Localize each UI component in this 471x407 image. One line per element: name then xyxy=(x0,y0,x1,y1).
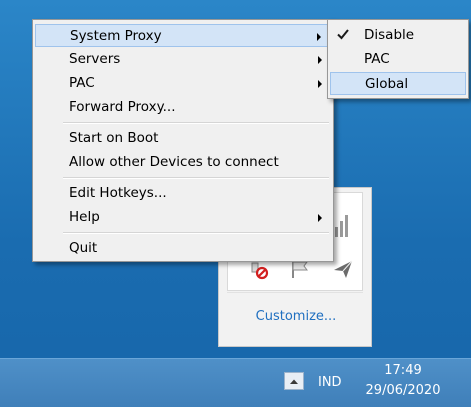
flyout-divider xyxy=(227,292,363,293)
submenu-item-label: Disable xyxy=(364,27,415,43)
menu-item-edit-hotkeys[interactable]: Edit Hotkeys... xyxy=(35,182,331,205)
checkmark-icon xyxy=(336,27,350,45)
system-proxy-submenu: Disable PAC Global xyxy=(327,19,469,99)
menu-item-label: Edit Hotkeys... xyxy=(69,185,167,201)
submenu-item-disable[interactable]: Disable xyxy=(330,24,466,47)
submenu-item-label: Global xyxy=(365,76,409,92)
menu-item-label: Start on Boot xyxy=(69,130,159,146)
submenu-item-label: PAC xyxy=(364,51,390,67)
submenu-item-pac[interactable]: PAC xyxy=(330,48,466,71)
signal-bars-icon[interactable] xyxy=(334,215,350,241)
menu-item-servers[interactable]: Servers xyxy=(35,48,331,71)
clock-date[interactable]: 29/06/2020 xyxy=(360,383,446,398)
blocked-icon[interactable] xyxy=(250,261,270,285)
paper-plane-icon[interactable] xyxy=(332,259,354,283)
menu-separator xyxy=(63,232,329,234)
menu-item-label: Help xyxy=(69,209,100,225)
submenu-arrow-icon xyxy=(318,214,322,222)
submenu-arrow-icon xyxy=(318,56,322,64)
menu-separator xyxy=(63,177,329,179)
menu-item-forward-proxy[interactable]: Forward Proxy... xyxy=(35,96,331,119)
menu-item-label: Allow other Devices to connect xyxy=(69,154,279,170)
menu-item-allow-other-devices[interactable]: Allow other Devices to connect xyxy=(35,151,331,174)
menu-item-pac[interactable]: PAC xyxy=(35,72,331,95)
menu-item-label: System Proxy xyxy=(70,28,162,44)
context-menu: System Proxy Servers PAC Forward Proxy..… xyxy=(32,19,334,262)
submenu-arrow-icon xyxy=(318,80,322,88)
submenu-arrow-icon xyxy=(317,33,321,41)
menu-item-quit[interactable]: Quit xyxy=(35,237,331,260)
customize-link[interactable]: Customize... xyxy=(219,309,373,324)
flag-icon[interactable] xyxy=(290,259,312,283)
menu-item-label: Quit xyxy=(69,240,98,256)
menu-item-start-on-boot[interactable]: Start on Boot xyxy=(35,127,331,150)
menu-separator xyxy=(63,122,329,124)
chevron-up-icon xyxy=(290,379,298,384)
menu-item-label: Forward Proxy... xyxy=(69,99,176,115)
submenu-item-global[interactable]: Global xyxy=(330,72,466,95)
menu-item-label: PAC xyxy=(69,75,95,91)
menu-item-help[interactable]: Help xyxy=(35,206,331,229)
clock-time[interactable]: 17:49 xyxy=(360,363,446,378)
language-indicator[interactable]: IND xyxy=(318,375,342,390)
show-hidden-icons-button[interactable] xyxy=(284,372,304,390)
menu-item-label: Servers xyxy=(69,51,121,67)
menu-item-system-proxy[interactable]: System Proxy xyxy=(35,24,331,47)
taskbar: IND 17:49 29/06/2020 xyxy=(0,358,471,407)
